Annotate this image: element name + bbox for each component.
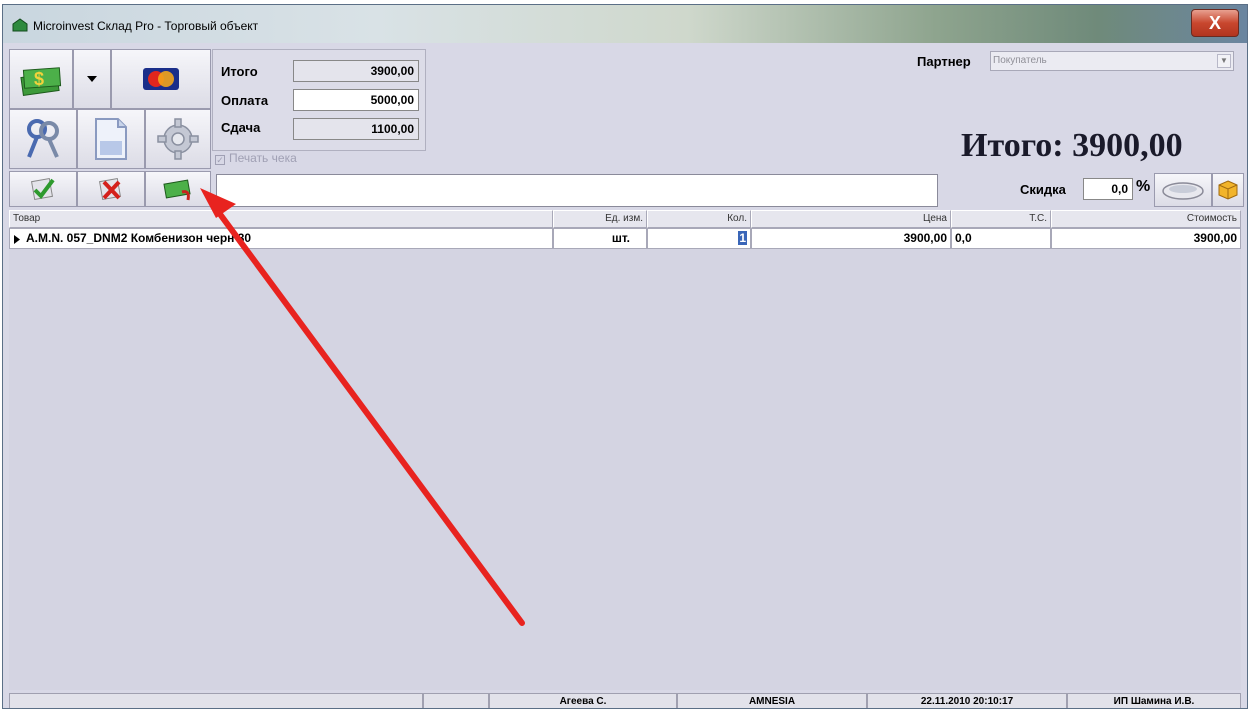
column-header-tc[interactable]: Т.С. <box>951 210 1051 228</box>
partner-label: Партнер <box>917 54 971 69</box>
items-table: Товар Ед. изм. Кол. Цена Т.С. Стоимость … <box>9 210 1241 690</box>
column-header-item[interactable]: Товар <box>9 210 553 228</box>
status-object: AMNESIA <box>677 693 867 708</box>
column-header-cost[interactable]: Стоимость <box>1051 210 1241 228</box>
change-value: 1100,00 <box>293 118 419 140</box>
confirm-icon <box>30 177 55 201</box>
checkbox-icon: ✓ <box>215 155 225 165</box>
total-label: Итого <box>221 64 258 79</box>
document-icon <box>95 118 127 160</box>
package-icon <box>1218 180 1238 200</box>
title-bar: Microinvest Склад Pro - Торговый объект … <box>3 5 1247 43</box>
app-icon <box>12 18 28 32</box>
confirm-button[interactable] <box>9 171 77 207</box>
document-button[interactable] <box>77 109 145 169</box>
change-label: Сдача <box>221 120 261 135</box>
cell-unit[interactable]: шт. <box>553 228 647 249</box>
svg-text:$: $ <box>34 69 44 89</box>
package-button[interactable] <box>1212 173 1244 207</box>
settings-button[interactable] <box>145 109 211 169</box>
cell-price[interactable]: 3900,00 <box>751 228 951 249</box>
grand-total: Итого: 3900,00 <box>961 127 1183 164</box>
print-receipt-label: Печать чека <box>229 151 297 165</box>
cancel-button[interactable] <box>77 171 145 207</box>
payment-type-dropdown[interactable] <box>73 49 111 109</box>
cell-qty[interactable]: 1 <box>647 228 751 249</box>
cancel-icon <box>98 177 122 201</box>
scanner-icon <box>1162 182 1204 200</box>
status-cell-empty-1 <box>9 693 423 708</box>
column-header-qty[interactable]: Кол. <box>647 210 751 228</box>
totals-panel: Итого 3900,00 Оплата 5000,00 Сдача 1100,… <box>212 49 426 151</box>
card-payment-button[interactable] <box>111 49 211 109</box>
cash-payment-icon: $ <box>20 67 62 96</box>
close-button[interactable]: X <box>1191 9 1239 37</box>
discount-input[interactable]: 0,0 <box>1083 178 1133 200</box>
settings-icon <box>157 118 199 160</box>
qty-value[interactable]: 1 <box>738 231 747 245</box>
status-cell-empty-2 <box>423 693 489 708</box>
status-bar: Агеева С. AMNESIA 22.11.2010 20:10:17 ИП… <box>9 693 1241 708</box>
cash-payment-button[interactable]: $ <box>9 49 73 109</box>
pos-window: Microinvest Склад Pro - Торговый объект … <box>2 4 1248 709</box>
keys-button[interactable] <box>9 109 77 169</box>
payment-input[interactable]: 5000,00 <box>293 89 419 111</box>
cell-item[interactable]: A.M.N. 057_DNM2 Комбенизон черн 30 <box>9 228 553 249</box>
item-search-input[interactable] <box>216 174 938 207</box>
window-title: Microinvest Склад Pro - Торговый объект <box>33 19 259 33</box>
keys-icon <box>27 119 59 158</box>
card-payment-icon <box>143 68 179 90</box>
cash-return-button[interactable] <box>145 171 211 207</box>
status-datetime: 22.11.2010 20:10:17 <box>867 693 1067 708</box>
dropdown-arrow-icon <box>87 76 97 82</box>
partner-select[interactable]: Покупатель ▼ <box>990 51 1234 71</box>
cash-return-icon <box>163 179 191 201</box>
discount-label: Скидка <box>1020 182 1066 197</box>
payment-label: Оплата <box>221 93 269 108</box>
row-pointer-icon <box>14 235 20 244</box>
item-name: A.M.N. 057_DNM2 Комбенизон черн 30 <box>26 231 252 245</box>
column-header-price[interactable]: Цена <box>751 210 951 228</box>
status-company: ИП Шамина И.В. <box>1067 693 1241 708</box>
status-operator: Агеева С. <box>489 693 677 708</box>
scanner-button[interactable] <box>1154 173 1212 207</box>
cell-cost[interactable]: 3900,00 <box>1051 228 1241 249</box>
print-receipt-checkbox[interactable]: ✓ Печать чека <box>215 151 297 165</box>
table-header: Товар Ед. изм. Кол. Цена Т.С. Стоимость <box>9 210 1241 228</box>
partner-value: Покупатель <box>993 55 1047 66</box>
total-value: 3900,00 <box>293 60 419 82</box>
discount-percent-sign: % <box>1136 178 1151 195</box>
chevron-down-icon[interactable]: ▼ <box>1217 54 1231 68</box>
table-row[interactable]: A.M.N. 057_DNM2 Комбенизон черн 30 шт. 1… <box>9 228 1241 249</box>
cell-tc[interactable]: 0,0 <box>951 228 1051 249</box>
column-header-unit[interactable]: Ед. изм. <box>553 210 647 228</box>
